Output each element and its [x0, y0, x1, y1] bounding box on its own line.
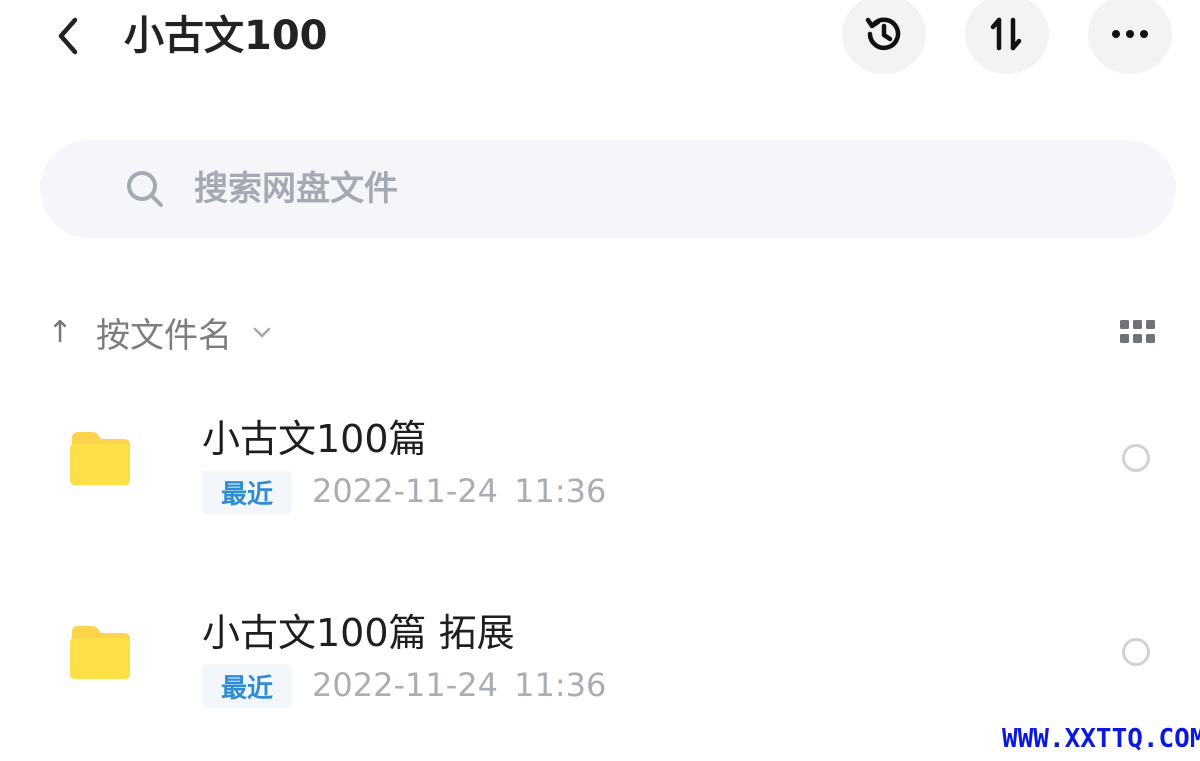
chevron-down-icon	[252, 325, 272, 339]
arrow-up-icon: ↑	[47, 314, 73, 350]
select-checkbox[interactable]	[1122, 638, 1150, 666]
page-title: 小古文100	[124, 13, 328, 59]
search-icon	[124, 168, 166, 210]
grid-view-icon	[1120, 320, 1155, 343]
chevron-left-icon	[58, 17, 78, 55]
select-checkbox[interactable]	[1122, 444, 1150, 472]
sort-label: 按文件名	[96, 315, 232, 356]
folder-icon	[70, 432, 130, 485]
history-icon	[865, 17, 901, 51]
top-bar: 小古文100	[0, 0, 1200, 80]
list-item[interactable]: 小古文100篇 拓展 最近 2022-11-24 11:36	[0, 584, 1200, 734]
back-button[interactable]	[48, 12, 88, 60]
folder-icon	[70, 626, 130, 679]
history-button[interactable]	[842, 0, 926, 74]
list-item[interactable]: 小古文100篇 最近 2022-11-24 11:36	[0, 390, 1200, 540]
search-bar[interactable]	[40, 140, 1176, 238]
recent-badge: 最近	[202, 664, 292, 708]
search-input[interactable]	[192, 168, 1096, 210]
file-name: 小古文100篇 拓展	[202, 611, 515, 655]
sort-button[interactable]	[965, 0, 1049, 74]
file-name: 小古文100篇	[202, 417, 427, 461]
sort-updown-icon	[990, 17, 1022, 51]
more-button[interactable]	[1088, 0, 1172, 74]
watermark-text: WWW.XXTTQ.COM	[1002, 724, 1200, 754]
recent-badge: 最近	[202, 470, 292, 514]
more-horizontal-icon	[1112, 30, 1148, 38]
file-modified-time: 2022-11-24 11:36	[312, 472, 607, 510]
grid-view-toggle[interactable]	[1118, 318, 1158, 346]
sort-selector[interactable]: ↑ 按文件名	[40, 300, 272, 364]
file-modified-time: 2022-11-24 11:36	[312, 666, 607, 704]
